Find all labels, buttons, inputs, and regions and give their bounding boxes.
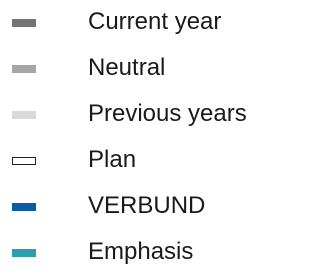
legend-label-previous-years: Previous years [88, 100, 247, 127]
swatch-neutral [12, 65, 36, 73]
swatch-emphasis [12, 249, 36, 257]
legend-item-emphasis: Emphasis [0, 230, 265, 276]
legend-label-current-year: Current year [88, 8, 222, 35]
legend-label-plan: Plan [88, 146, 137, 173]
legend-label-neutral: Neutral [88, 54, 166, 81]
swatch-current-year [12, 19, 36, 27]
swatch-previous-years [12, 111, 36, 119]
swatch-plan [12, 157, 36, 165]
legend-item-plan: Plan [0, 138, 265, 184]
legend-item-neutral: Neutral [0, 46, 265, 92]
swatch-verbund [12, 203, 36, 211]
legend-item-previous-years: Previous years [0, 92, 265, 138]
legend-label-verbund: VERBUND [88, 192, 206, 219]
legend: Current year Neutral Previous years Plan… [0, 0, 265, 277]
legend-label-emphasis: Emphasis [88, 238, 194, 265]
legend-item-verbund: VERBUND [0, 184, 265, 230]
legend-item-current-year: Current year [0, 0, 265, 46]
